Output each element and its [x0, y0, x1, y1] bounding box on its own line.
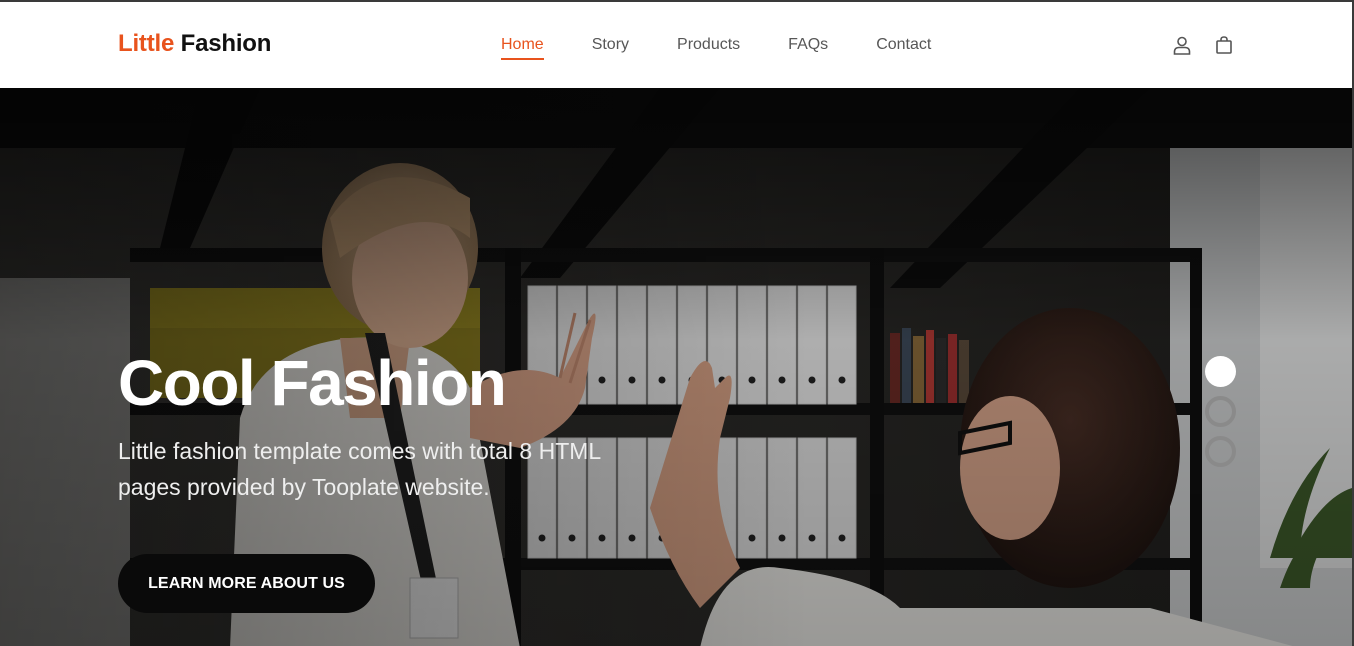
nav-icons	[1172, 35, 1234, 55]
slide-indicator-2[interactable]	[1205, 396, 1236, 427]
user-icon[interactable]	[1172, 35, 1192, 55]
brand-name: Fashion	[180, 30, 272, 57]
brand-logo[interactable]: Little Fashion	[118, 30, 271, 58]
nav-item-contact[interactable]: Contact	[876, 36, 931, 60]
navbar: Little Fashion Home Story Products FAQs …	[0, 2, 1352, 88]
slide-indicator-3[interactable]	[1205, 436, 1236, 467]
hero-description: Little fashion template comes with total…	[118, 438, 601, 500]
browser-viewport: Little Fashion Home Story Products FAQs …	[0, 0, 1354, 646]
shopping-bag-icon[interactable]	[1214, 35, 1234, 55]
slider-indicators	[1205, 356, 1236, 476]
nav-item-home[interactable]: Home	[501, 36, 544, 60]
brand-accent: Little	[118, 30, 175, 57]
main-nav: Home Story Products FAQs Contact	[501, 36, 979, 60]
learn-more-button[interactable]: LEARN MORE ABOUT US	[118, 554, 375, 613]
hero-slider: Cool Fashion Little fashion template com…	[0, 88, 1352, 646]
nav-item-products[interactable]: Products	[677, 36, 740, 60]
nav-item-story[interactable]: Story	[592, 36, 629, 60]
nav-item-faqs[interactable]: FAQs	[788, 36, 828, 60]
slide-indicator-1[interactable]	[1205, 356, 1236, 387]
hero-title: Cool Fashion	[118, 347, 507, 419]
